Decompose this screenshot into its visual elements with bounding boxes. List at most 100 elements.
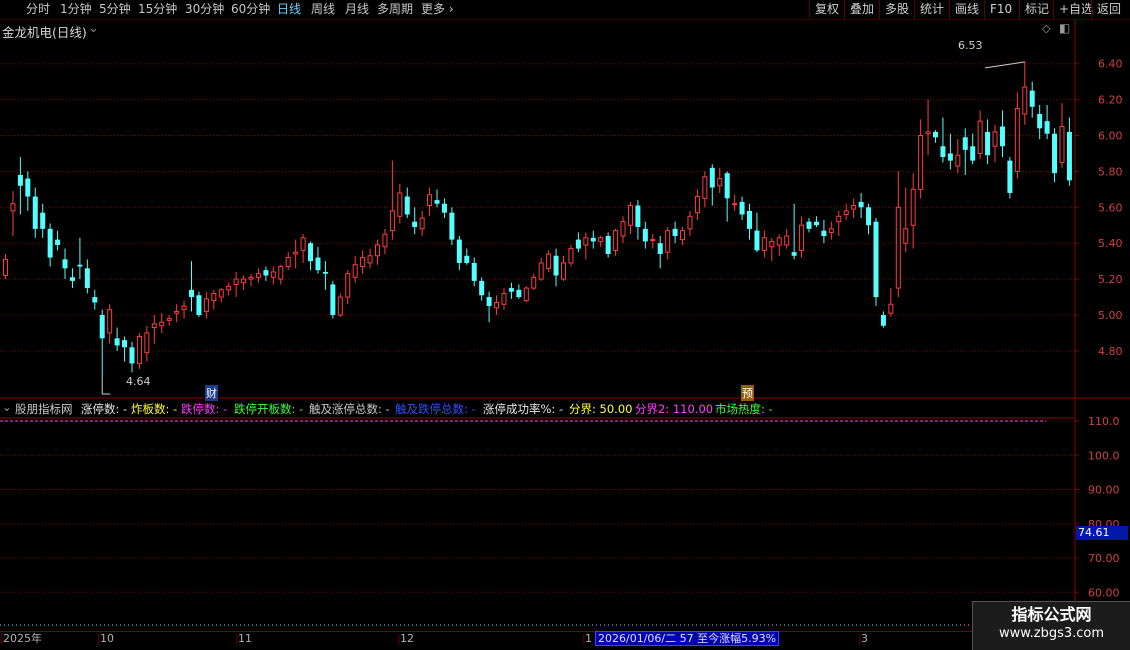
marker-cai[interactable]: 财	[205, 385, 218, 401]
candle-body	[1059, 126, 1065, 163]
candle-body	[352, 264, 358, 278]
period-tab-0[interactable]: 分时	[26, 2, 50, 17]
candle-body	[553, 255, 559, 276]
toolbar-button-3[interactable]: 统计	[914, 0, 949, 19]
legend-item-5: 触及涨停总数: -	[309, 402, 390, 416]
period-tab-6[interactable]: 日线	[277, 2, 301, 17]
candle-body	[367, 255, 373, 264]
candle-body	[657, 243, 663, 254]
candle-body	[382, 233, 388, 248]
high-arrow	[984, 61, 1025, 69]
price-tick-label: 5.60	[1098, 201, 1123, 214]
period-tab-10[interactable]: 更多 ›	[421, 2, 454, 17]
candle-body	[635, 205, 641, 228]
candle-body	[270, 271, 276, 278]
toolbar-button-1[interactable]: 叠加	[844, 0, 879, 19]
period-tab-1[interactable]: 1分钟	[60, 2, 92, 17]
toolbar-button-6[interactable]: 标记	[1019, 0, 1053, 19]
candle-body	[129, 347, 135, 364]
candle-body	[107, 309, 113, 334]
toolbar-button-5[interactable]: F10	[984, 0, 1019, 19]
period-tab-8[interactable]: 月线	[345, 2, 369, 17]
candle-body	[575, 239, 581, 249]
candle-body	[419, 217, 425, 230]
candle-body	[561, 262, 566, 280]
period-tab-3[interactable]: 15分钟	[138, 2, 177, 17]
candle-body	[709, 167, 715, 188]
low-price-label: 4.64	[126, 375, 151, 388]
toolbar-button-8[interactable]: 返回	[1091, 0, 1130, 19]
candle-body	[99, 315, 105, 339]
candle-body	[84, 268, 90, 289]
price-tick-label: 4.80	[1098, 345, 1123, 358]
candle-body	[791, 252, 797, 256]
candle-body	[1052, 133, 1058, 174]
diamond-icon[interactable]: ◇	[1042, 22, 1050, 35]
candle-body	[873, 221, 879, 298]
watermark-line1: 指标公式网	[1011, 605, 1092, 624]
date-label-0: 2025年	[3, 632, 42, 645]
candle-body	[25, 178, 31, 197]
candle-body	[590, 237, 596, 242]
date-label-5: 3	[861, 632, 868, 645]
period-tab-5[interactable]: 60分钟	[231, 2, 270, 17]
indicator-tick-label: 110.0	[1088, 415, 1120, 428]
candle-body	[992, 131, 998, 147]
candle-body	[866, 207, 872, 226]
candle-body	[32, 196, 38, 229]
candle-body	[672, 228, 678, 237]
candle-body	[523, 287, 529, 302]
candle-body	[717, 178, 723, 187]
candle-body	[977, 120, 983, 154]
candle-body	[397, 192, 403, 217]
price-tick-label: 5.40	[1098, 237, 1123, 250]
period-tab-4[interactable]: 30分钟	[185, 2, 224, 17]
candle-body	[702, 176, 708, 199]
period-tab-9[interactable]: 多周期	[377, 2, 413, 17]
indicator-dropdown-icon[interactable]: ⌄	[2, 400, 12, 414]
candle-body	[955, 154, 961, 167]
candle-body	[233, 278, 239, 285]
candle-body	[925, 131, 931, 135]
date-label-2: 11	[238, 632, 252, 645]
candle-body	[62, 259, 68, 269]
toolbar-button-4[interactable]: 画线	[949, 0, 984, 19]
legend-item-0[interactable]: 股朋指标网	[15, 401, 73, 417]
candle-body	[568, 248, 574, 264]
candle-body	[1029, 90, 1035, 107]
candle-body	[360, 257, 366, 268]
date-label-3: 12	[400, 632, 414, 645]
candle-body	[1022, 86, 1028, 115]
title-dropdown-icon[interactable]: ⌄	[88, 21, 99, 36]
toolbar-button-2[interactable]: 多股	[879, 0, 914, 19]
candle-body	[47, 228, 53, 258]
price-tick-label: 6.00	[1098, 130, 1123, 143]
candle-body	[583, 237, 589, 246]
marker-yu[interactable]: 预	[741, 385, 754, 401]
candle-body	[821, 230, 827, 237]
price-tick-label: 6.40	[1098, 58, 1123, 71]
panel-toggle-icon[interactable]: ◧	[1059, 21, 1070, 35]
period-tab-7[interactable]: 周线	[311, 2, 335, 17]
candle-body	[940, 146, 946, 158]
candle-body	[322, 271, 328, 274]
candle-body	[947, 153, 953, 161]
candle-body	[122, 340, 128, 348]
candle-body	[851, 205, 857, 210]
candle-body	[226, 285, 232, 291]
candle-body	[813, 221, 819, 226]
stock-title: 金龙机电(日线)	[2, 25, 87, 40]
candle-body	[985, 131, 991, 156]
watermark: 指标公式网 www.zbgs3.com	[972, 601, 1130, 650]
candle-body	[337, 296, 343, 316]
candle-body	[1014, 108, 1020, 172]
candle-body	[427, 194, 433, 207]
legend-item-8: 分界: 50.00	[569, 402, 633, 416]
toolbar-button-7[interactable]: +自选	[1053, 0, 1093, 19]
candle-body	[174, 310, 180, 314]
period-tab-2[interactable]: 5分钟	[99, 2, 131, 17]
candle-body	[799, 224, 805, 251]
candle-body	[255, 273, 261, 278]
toolbar-button-0[interactable]: 复权	[809, 0, 844, 19]
legend-item-6: 触及跌停总数: -	[395, 402, 476, 416]
